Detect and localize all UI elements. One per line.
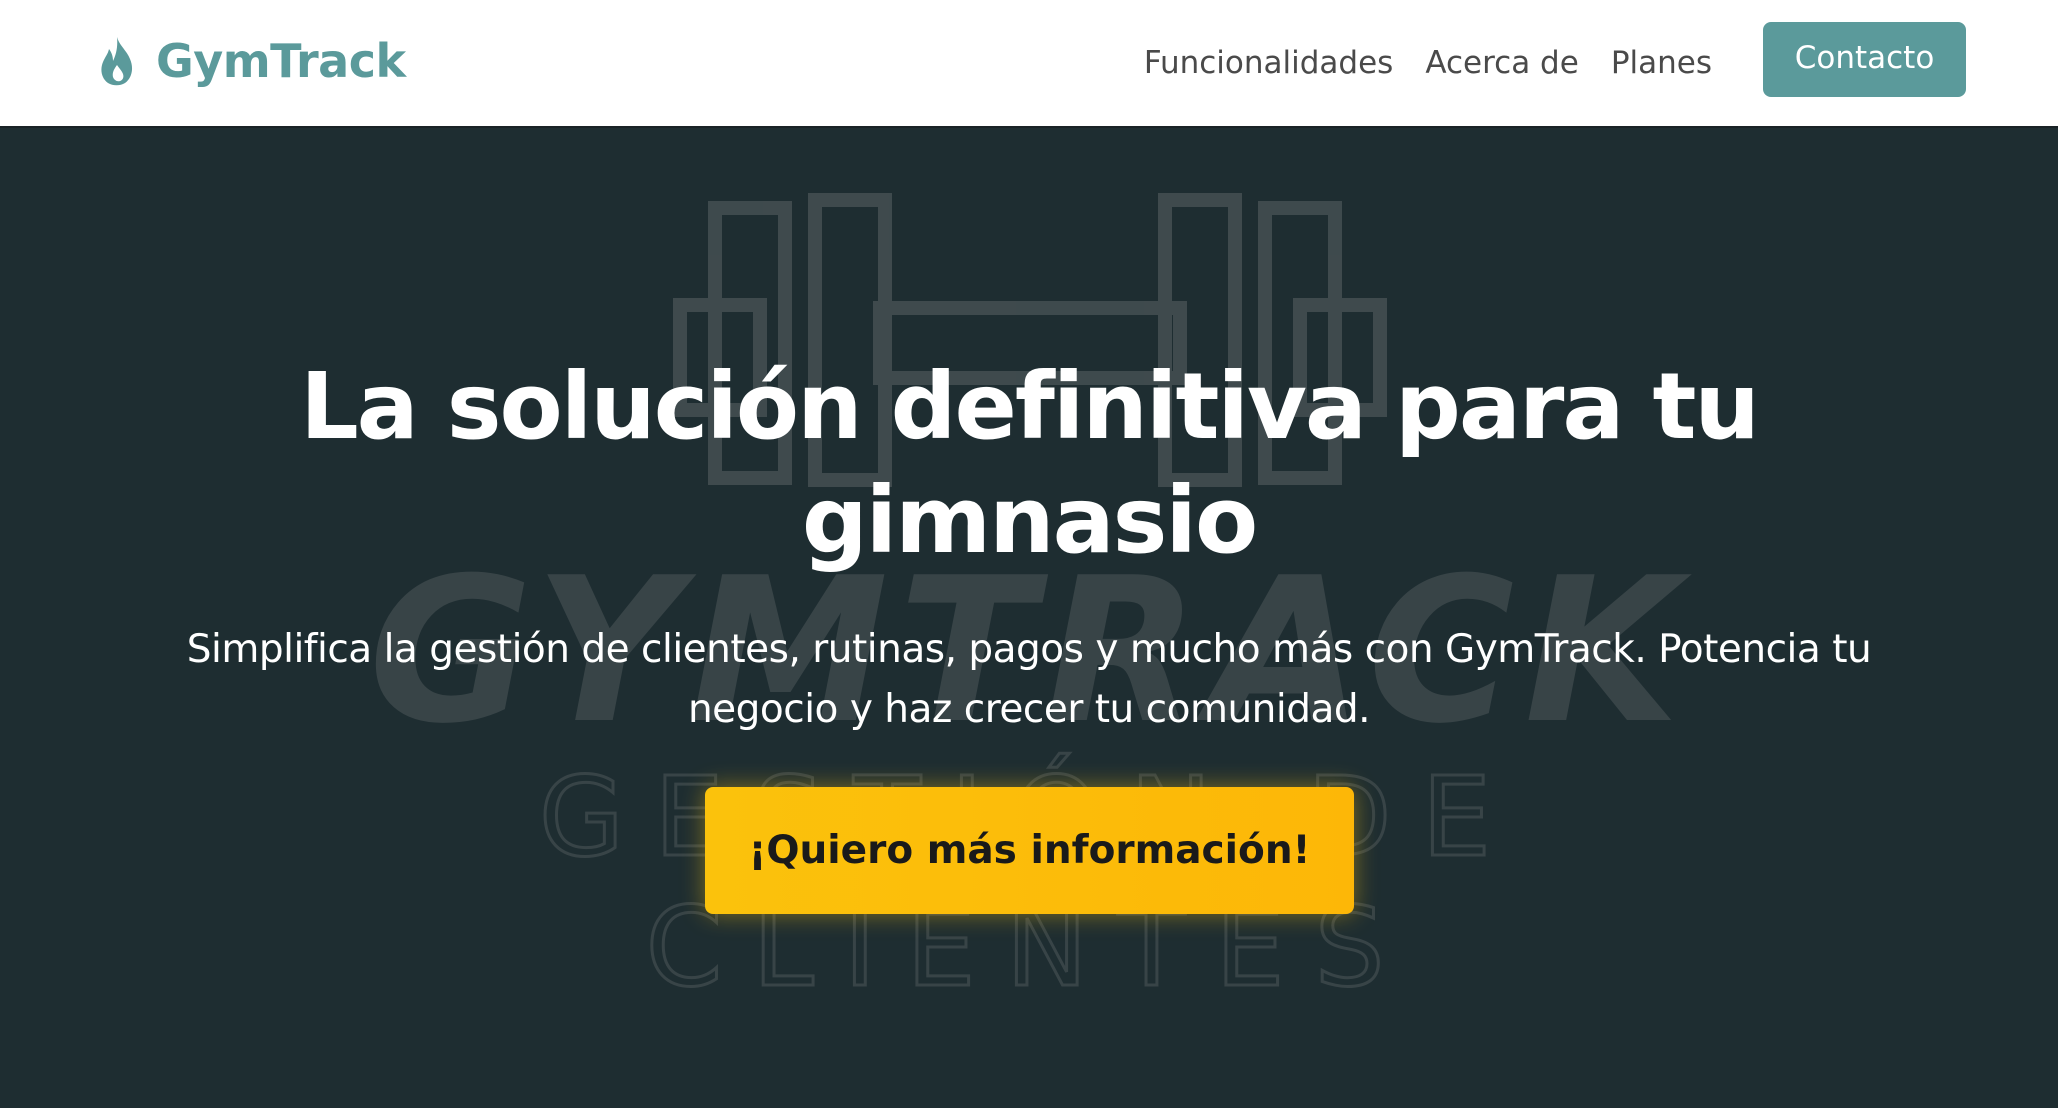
contact-button[interactable]: Contacto	[1763, 22, 1966, 97]
hero-subtitle: Simplifica la gestión de clientes, rutin…	[186, 627, 1872, 732]
top-navbar: GymTrack Funcionalidades Acerca de Plane…	[0, 0, 2058, 128]
flame-icon	[101, 37, 133, 86]
nav-links: Funcionalidades Acerca de Planes	[1112, 42, 1712, 84]
hero-title: La solución definitiva para tu gimnasio	[300, 353, 1760, 574]
more-info-button[interactable]: ¡Quiero más información!	[705, 787, 1354, 914]
hero-background-logo: GYMTRACK GESTIÓN DE CLIENTES	[369, 193, 1682, 1013]
hero-section: GYMTRACK GESTIÓN DE CLIENTES La solución…	[0, 130, 2058, 1108]
nav-link-planes[interactable]: Planes	[1611, 42, 1712, 84]
brand-name: GymTrack	[156, 34, 406, 88]
brand-logo[interactable]: GymTrack	[97, 34, 406, 88]
nav-link-funcionalidades[interactable]: Funcionalidades	[1144, 42, 1394, 84]
nav-link-acerca-de[interactable]: Acerca de	[1425, 42, 1579, 84]
